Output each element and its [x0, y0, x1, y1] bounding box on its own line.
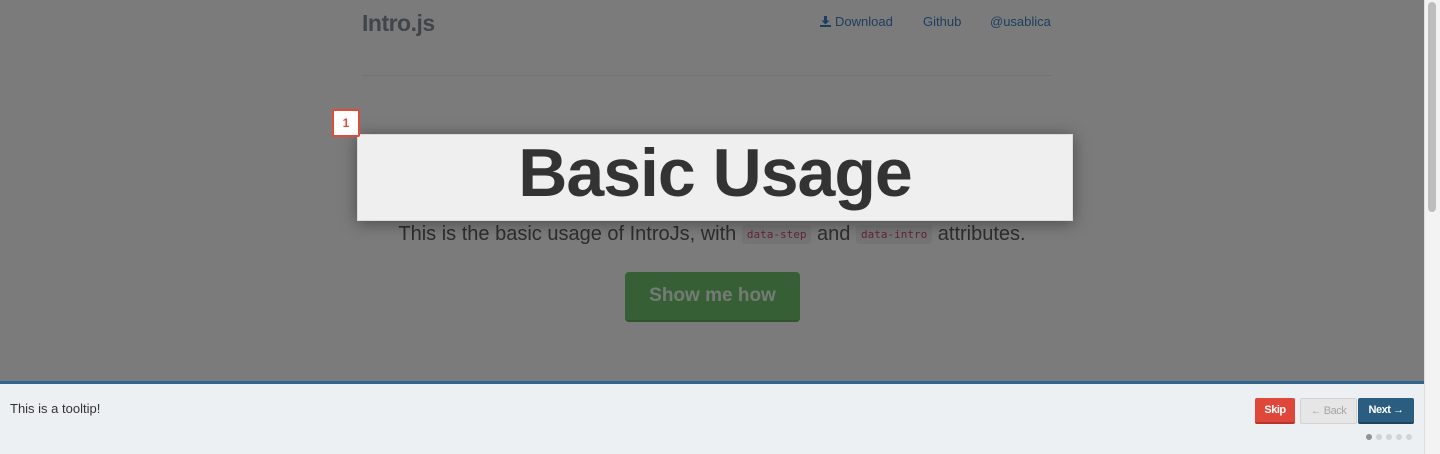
- step-bullet[interactable]: [1366, 434, 1372, 440]
- step-bullet[interactable]: [1376, 434, 1382, 440]
- step-bullet[interactable]: [1406, 434, 1412, 440]
- tooltip-text: This is a tooltip!: [10, 401, 101, 416]
- step-bullet[interactable]: [1396, 434, 1402, 440]
- next-button[interactable]: Next →: [1358, 398, 1414, 424]
- page-title: Basic Usage: [518, 135, 912, 211]
- scrollbar[interactable]: [1424, 0, 1440, 454]
- skip-button[interactable]: Skip: [1255, 398, 1295, 424]
- intro-tooltip: This is a tooltip! Skip ← Back Next →: [0, 381, 1424, 454]
- highlighted-heading: Basic Usage: [357, 134, 1073, 221]
- step-number-badge: 1: [332, 109, 360, 137]
- back-button[interactable]: ← Back: [1300, 398, 1357, 424]
- step-bullet[interactable]: [1386, 434, 1392, 440]
- step-bullets: [1366, 434, 1412, 440]
- scrollbar-thumb[interactable]: [1428, 2, 1436, 212]
